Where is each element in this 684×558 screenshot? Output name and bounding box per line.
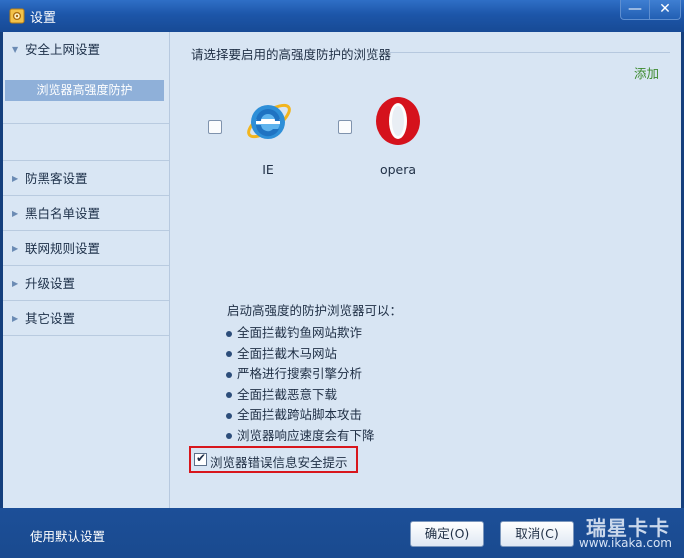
- sidebar-item-label: 黑白名单设置: [25, 206, 101, 221]
- add-browser-link[interactable]: 添加: [634, 63, 659, 82]
- list-item: 全面拦截恶意下载: [226, 384, 375, 405]
- list-item: 全面拦截木马网站: [226, 343, 375, 364]
- footer-bar: 使用默认设置 确定(O) 取消(C) 瑞星卡卡 www.ikaka.com: [0, 508, 684, 558]
- watermark-url: www.ikaka.com: [578, 536, 672, 550]
- bullet-icon: [226, 392, 232, 398]
- sidebar-item-upgrade[interactable]: ▶ 升级设置: [3, 266, 169, 301]
- sidebar-item-network-rules[interactable]: ▶ 联网规则设置: [3, 231, 169, 266]
- list-item: 严格进行搜索引擎分析: [226, 363, 375, 384]
- info-heading: 启动高强度的防护浏览器可以：: [227, 303, 403, 318]
- bullet-icon: [226, 412, 232, 419]
- error-tip-option: ✔ 浏览器错误信息安全提示: [189, 446, 358, 473]
- list-item: 浏览器响应速度会有下降: [226, 425, 375, 446]
- minimize-icon: —: [628, 1, 642, 17]
- info-list: 全面拦截钓鱼网站欺诈 全面拦截木马网站 严格进行搜索引擎分析 全面拦截恶意下载 …: [226, 322, 375, 445]
- opera-icon: [376, 97, 420, 145]
- close-icon: ✕: [659, 1, 671, 17]
- error-tip-checkbox[interactable]: ✔: [194, 451, 207, 466]
- collapsed-arrow-icon: ▶: [12, 314, 19, 323]
- cancel-button[interactable]: 取消(C): [500, 521, 574, 547]
- browser-name: IE: [262, 162, 274, 177]
- collapsed-arrow-icon: ▶: [12, 174, 19, 183]
- bullet-icon: [226, 433, 232, 439]
- settings-gear-icon: [9, 8, 25, 24]
- list-item: 全面拦截跨站脚本攻击: [226, 404, 375, 425]
- sidebar-subgroup: 浏览器高强度防护: [3, 68, 169, 124]
- settings-window: 设置 — ✕ ▼ 安全上网设置 浏览器高强度防护 ▶ 防黑客设置 ▶ 黑白名单设…: [0, 0, 684, 558]
- sidebar-item-label: 联网规则设置: [25, 241, 101, 256]
- sidebar-item-other[interactable]: ▶ 其它设置: [3, 301, 169, 336]
- sidebar-item-label: 安全上网设置: [25, 42, 101, 57]
- bullet-icon: [226, 371, 232, 378]
- bullet-icon: [226, 351, 232, 357]
- list-item: 全面拦截钓鱼网站欺诈: [226, 322, 375, 343]
- restore-defaults-link[interactable]: 使用默认设置: [30, 526, 105, 545]
- watermark: 瑞星卡卡 www.ikaka.com: [570, 510, 680, 556]
- group-divider: [390, 52, 670, 53]
- sidebar-divider: [3, 124, 169, 161]
- ie-checkbox[interactable]: [208, 120, 222, 134]
- title-bar: 设置 — ✕: [0, 0, 684, 32]
- browser-option-ie: IE: [208, 94, 318, 184]
- ok-button[interactable]: 确定(O): [410, 521, 484, 547]
- collapsed-arrow-icon: ▶: [12, 209, 19, 218]
- window-title: 设置: [30, 11, 57, 26]
- expanded-arrow-icon: ▼: [12, 45, 19, 54]
- browser-name: opera: [379, 162, 417, 177]
- browser-option-opera: opera: [338, 94, 448, 184]
- sidebar-item-blacklist[interactable]: ▶ 黑白名单设置: [3, 196, 169, 231]
- opera-checkbox[interactable]: [338, 120, 352, 134]
- bullet-icon: [226, 330, 232, 337]
- close-button[interactable]: ✕: [649, 0, 681, 20]
- sidebar-item-label: 升级设置: [25, 276, 76, 291]
- sidebar-item-anti-hacker[interactable]: ▶ 防黑客设置: [3, 161, 169, 196]
- sidebar-item-label: 其它设置: [25, 311, 76, 326]
- sidebar-subitem-browser-protection[interactable]: 浏览器高强度防护: [5, 80, 164, 101]
- checkmark-icon: ✔: [196, 451, 207, 465]
- sidebar-item-safe-browsing[interactable]: ▼ 安全上网设置: [3, 32, 169, 68]
- sidebar: ▼ 安全上网设置 浏览器高强度防护 ▶ 防黑客设置 ▶ 黑白名单设置 ▶ 联网规…: [3, 32, 170, 508]
- collapsed-arrow-icon: ▶: [12, 279, 19, 288]
- collapsed-arrow-icon: ▶: [12, 244, 19, 253]
- sidebar-item-label: 防黑客设置: [25, 171, 88, 186]
- error-tip-label[interactable]: 浏览器错误信息安全提示: [210, 452, 348, 471]
- group-title: 请选择要启用的高强度防护的浏览器: [191, 47, 392, 62]
- client-area: ▼ 安全上网设置 浏览器高强度防护 ▶ 防黑客设置 ▶ 黑白名单设置 ▶ 联网规…: [3, 32, 681, 508]
- main-panel: 请选择要启用的高强度防护的浏览器 添加 IE opera 启动高强度的防护浏览器…: [170, 32, 681, 508]
- minimize-button[interactable]: —: [620, 0, 650, 20]
- ie-icon: [247, 103, 291, 139]
